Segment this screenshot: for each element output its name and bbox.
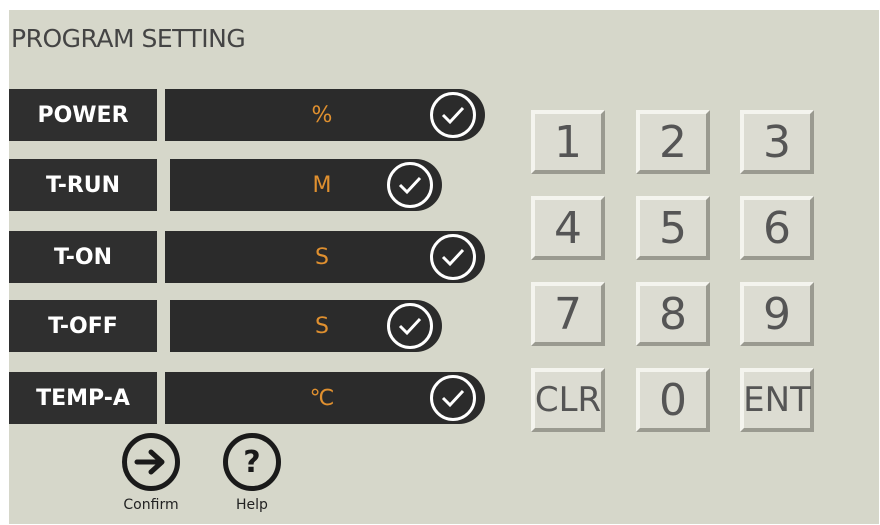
t-on-unit: S xyxy=(315,244,329,270)
key-enter[interactable]: ENT xyxy=(740,368,814,432)
question-mark-icon: ? xyxy=(223,433,281,491)
key-3[interactable]: 3 xyxy=(740,110,814,174)
key-5[interactable]: 5 xyxy=(636,196,710,260)
help-button[interactable]: ? Help xyxy=(219,433,285,513)
row-power: POWER % xyxy=(0,89,490,141)
row-t-off: T-OFF S xyxy=(0,300,450,352)
power-unit: % xyxy=(311,102,333,128)
key-4[interactable]: 4 xyxy=(531,196,605,260)
key-0[interactable]: 0 xyxy=(636,368,710,432)
row-t-run: T-RUN M xyxy=(0,159,450,211)
key-7[interactable]: 7 xyxy=(531,282,605,346)
key-clear[interactable]: CLR xyxy=(531,368,605,432)
help-label: Help xyxy=(236,497,268,513)
arrow-right-icon xyxy=(122,433,180,491)
t-off-confirm-check-icon[interactable] xyxy=(387,303,433,349)
temp-a-label: TEMP-A xyxy=(9,372,157,424)
row-t-on: T-ON S xyxy=(0,231,490,283)
t-on-label: T-ON xyxy=(9,231,157,283)
t-on-confirm-check-icon[interactable] xyxy=(430,234,476,280)
key-1[interactable]: 1 xyxy=(531,110,605,174)
page-title: PROGRAM SETTING xyxy=(11,24,246,53)
t-run-confirm-check-icon[interactable] xyxy=(387,162,433,208)
key-8[interactable]: 8 xyxy=(636,282,710,346)
key-9[interactable]: 9 xyxy=(740,282,814,346)
t-off-unit: S xyxy=(315,313,329,339)
key-6[interactable]: 6 xyxy=(740,196,814,260)
temp-a-confirm-check-icon[interactable] xyxy=(430,375,476,421)
row-temp-a: TEMP-A ℃ xyxy=(0,372,490,424)
t-run-label: T-RUN xyxy=(9,159,157,211)
temp-a-unit: ℃ xyxy=(309,385,335,411)
t-run-unit: M xyxy=(312,172,332,198)
confirm-button[interactable]: Confirm xyxy=(118,433,184,513)
power-label: POWER xyxy=(9,89,157,141)
t-off-label: T-OFF xyxy=(9,300,157,352)
confirm-label: Confirm xyxy=(123,497,179,513)
power-confirm-check-icon[interactable] xyxy=(430,92,476,138)
key-2[interactable]: 2 xyxy=(636,110,710,174)
